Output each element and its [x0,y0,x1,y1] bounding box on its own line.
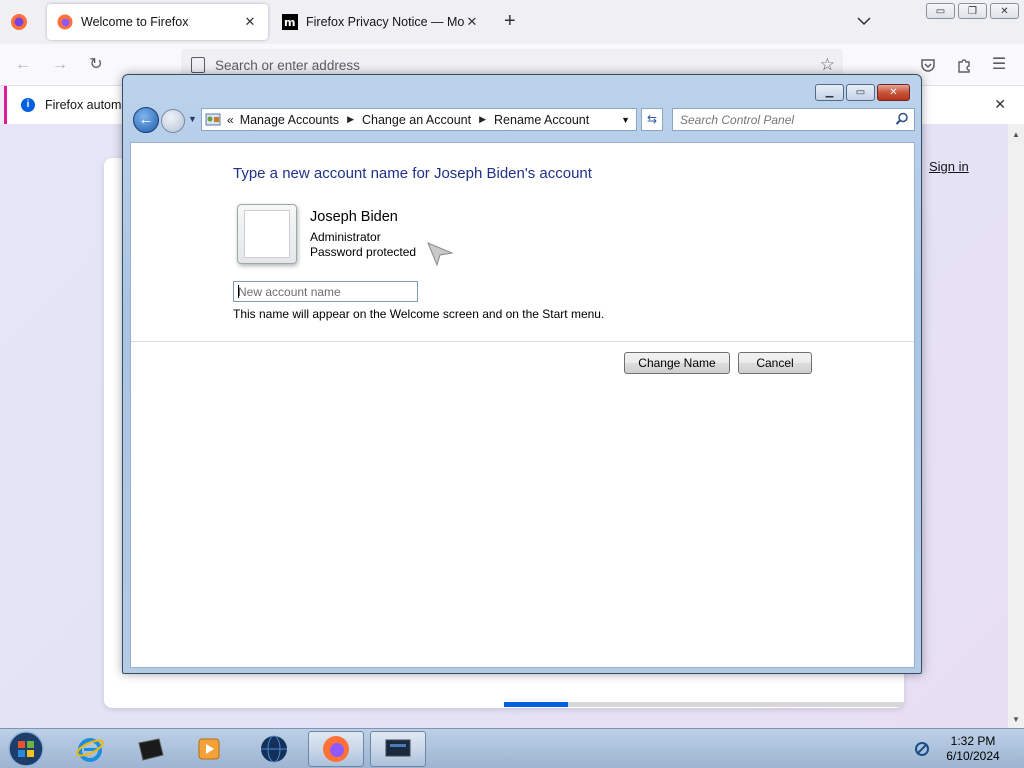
svg-text:m: m [284,16,295,29]
globe-icon [261,735,287,763]
forward-arrow-icon[interactable]: → [51,56,69,74]
recent-pages-chevron-icon[interactable]: ▼ [188,114,197,124]
cancel-button[interactable]: Cancel [738,352,812,374]
taskbar-globe[interactable] [246,731,302,767]
minimize-button[interactable]: ▭ [926,3,955,19]
tab-welcome-to-firefox[interactable]: Welcome to Firefox ✕ [47,4,268,40]
change-name-button[interactable]: Change Name [624,352,730,374]
taskbar-internet-explorer[interactable] [62,731,118,767]
taskbar-terminal[interactable] [122,731,178,767]
breadcrumb-arrow-icon[interactable]: ▶ [479,114,486,125]
network-tray-icon[interactable] [914,741,930,757]
page-title: Type a new account name for Joseph Biden… [233,165,592,182]
system-clock[interactable]: 1:32 PM 6/10/2024 [940,734,1006,764]
clock-time: 1:32 PM [950,734,996,748]
info-icon: i [21,98,35,112]
search-control-panel-input[interactable]: Search Control Panel [672,108,915,131]
mouse-pointer-icon [427,242,454,267]
firefox-logo-icon [323,736,349,762]
text-caret [238,285,239,298]
taskbar-screen-app[interactable] [370,731,426,767]
address-dropdown-icon[interactable]: ▼ [621,115,630,125]
close-window-button[interactable]: ✕ [990,3,1019,19]
taskbar-firefox[interactable] [308,731,364,767]
pocket-icon[interactable] [919,56,937,74]
firefox-logo-icon [57,14,73,30]
clock-date: 6/10/2024 [946,749,1000,763]
firefox-menu-icon[interactable] [10,13,28,31]
search-placeholder: Search Control Panel [680,112,795,127]
close-notification-icon[interactable]: ✕ [994,96,1006,113]
account-name: Joseph Biden [310,209,398,225]
scroll-up-icon[interactable]: ▲ [1012,130,1020,139]
hamburger-menu-icon[interactable]: ☰ [990,56,1008,74]
tab-title: Firefox Privacy Notice — Mozill [306,15,464,29]
back-arrow-icon[interactable]: ← [14,56,32,74]
close-tab-icon[interactable]: ✕ [242,14,258,30]
terminal-icon [138,738,164,761]
taskbar: 1:32 PM 6/10/2024 [0,728,1024,768]
monitor-icon [385,739,411,757]
tab-privacy-notice[interactable]: m Firefox Privacy Notice — Mozill ✕ [272,4,490,40]
page-scrollbar[interactable]: ▲ ▼ [1008,124,1024,728]
breadcrumb-arrow-icon[interactable]: ▶ [347,114,354,125]
minimize-button[interactable]: ▁ [815,84,844,101]
account-role: Administrator [310,230,381,244]
browser-tab-bar: Welcome to Firefox ✕ m Firefox Privacy N… [0,0,1024,44]
mozilla-logo-icon: m [282,14,298,30]
address-placeholder: Search or enter address [215,57,360,73]
internet-explorer-icon [76,738,104,762]
breadcrumb[interactable]: « Manage Accounts ▶ Change an Account ▶ … [201,108,637,131]
account-picture [237,204,297,264]
breadcrumb-rename-account[interactable]: Rename Account [494,113,589,127]
new-account-name-input[interactable] [233,281,418,302]
account-picture-frame [244,210,290,258]
media-player-icon [198,738,220,760]
refresh-button[interactable]: ⇆ [641,108,663,131]
account-password-status: Password protected [310,245,417,259]
reload-icon[interactable]: ↻ [87,56,105,74]
search-icon[interactable] [895,112,909,126]
bookmark-star-icon[interactable]: ☆ [820,55,835,75]
restore-button[interactable]: ❐ [958,3,987,19]
notification-text: Firefox automa [45,98,129,112]
extensions-puzzle-icon[interactable] [955,56,973,74]
chevron-down-icon[interactable] [855,12,873,30]
onboarding-progress-fill [504,702,568,707]
forward-button[interactable] [161,109,185,133]
start-orb-icon[interactable] [6,730,46,768]
rename-account-window: ▁ ▭ ✕ ← ▼ « Manage Accounts ▶ Change an … [122,74,922,674]
input-hint: This name will appear on the Welcome scr… [233,307,605,321]
page-icon [191,57,205,73]
breadcrumb-overflow[interactable]: « [227,113,234,127]
sign-in-link[interactable]: Sign in [929,159,969,174]
scroll-down-icon[interactable]: ▼ [1012,715,1020,724]
tab-title: Welcome to Firefox [81,15,189,29]
taskbar-media-player[interactable] [182,731,238,767]
dialog-window-controls: ▁ ▭ ✕ [815,84,910,101]
window-controls: ▭ ❐ ✕ [926,3,1019,19]
close-tab-icon[interactable]: ✕ [464,14,480,30]
maximize-button[interactable]: ▭ [846,84,875,101]
control-panel-icon [205,113,221,125]
breadcrumb-manage-accounts[interactable]: Manage Accounts [240,113,339,127]
dialog-body: Type a new account name for Joseph Biden… [130,142,915,668]
back-button[interactable]: ← [133,107,159,133]
divider [131,341,914,342]
explorer-address-bar: ← ▼ « Manage Accounts ▶ Change an Accoun… [131,105,915,135]
close-window-button[interactable]: ✕ [877,84,910,101]
breadcrumb-change-account[interactable]: Change an Account [362,113,471,127]
new-tab-plus-icon[interactable]: + [504,11,516,31]
